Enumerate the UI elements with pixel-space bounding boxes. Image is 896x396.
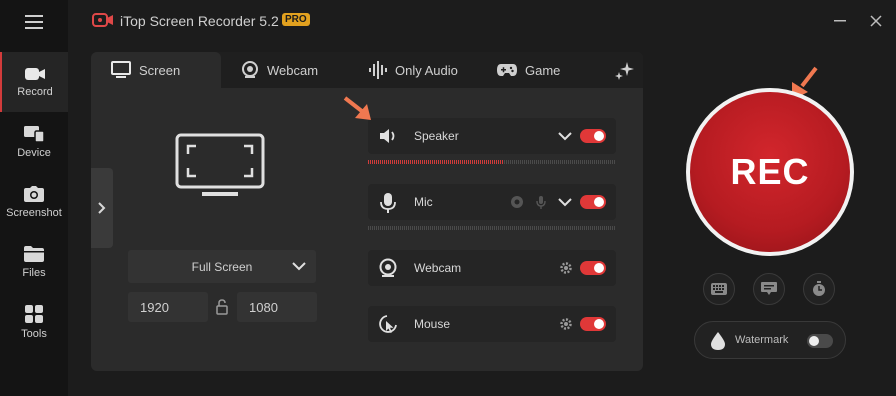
mic-row[interactable]: Mic: [368, 184, 616, 220]
minimize-icon: [834, 20, 846, 22]
annotation-arrow-icon: [343, 96, 371, 120]
screen-preview-icon: [175, 133, 265, 196]
tab-screen[interactable]: Screen: [91, 52, 221, 88]
sidebar-item-label: Device: [17, 146, 51, 159]
mouse-cursor-icon: [379, 315, 397, 333]
tab-label: Game: [525, 62, 561, 78]
noise-reduction-icon[interactable]: [510, 195, 524, 209]
close-icon: [870, 15, 882, 27]
app-window: Record Device Screenshot Files Tools iTo…: [0, 0, 896, 396]
pro-badge: PRO: [282, 13, 310, 26]
expand-panel-button[interactable]: [91, 168, 113, 248]
app-title: iTop Screen Recorder 5.2: [120, 13, 279, 29]
webcam-icon: [379, 258, 397, 277]
webcam-label: Webcam: [414, 261, 462, 275]
sidebar-item-screenshot[interactable]: Screenshot: [0, 172, 68, 232]
tab-label: Screen: [139, 62, 181, 78]
height-input[interactable]: 1080: [237, 292, 317, 322]
close-button[interactable]: [866, 11, 886, 31]
minimize-button[interactable]: [830, 11, 850, 31]
width-input[interactable]: 1920: [128, 292, 208, 322]
mouse-label: Mouse: [414, 317, 451, 331]
schedule-button[interactable]: [803, 273, 835, 305]
sidebar-item-label: Record: [17, 85, 53, 98]
keyboard-icon: [711, 283, 727, 295]
webcam-icon: [242, 61, 258, 78]
sidebar-item-record[interactable]: Record: [0, 52, 68, 112]
watermark-drop-icon: [711, 332, 725, 350]
gamepad-icon: [497, 64, 517, 76]
sidebar: Record Device Screenshot Files Tools: [0, 0, 68, 396]
mic-boost-icon[interactable]: [534, 195, 548, 209]
audio-wave-icon: [369, 61, 387, 79]
folder-icon: [24, 245, 44, 262]
camera-icon: [24, 185, 44, 202]
monitor-icon: [111, 61, 131, 78]
speaker-level-meter: [368, 160, 616, 164]
title-bar: iTop Screen Recorder 5.2 PRO: [68, 0, 896, 44]
app-logo-icon: [92, 13, 113, 27]
hotkeys-button[interactable]: [703, 273, 735, 305]
mouse-row[interactable]: Mouse: [368, 306, 616, 342]
tab-game[interactable]: Game: [497, 52, 560, 88]
microphone-icon: [380, 193, 396, 213]
device-icon: [24, 125, 44, 142]
presentation-icon: [761, 282, 777, 295]
watermark-control[interactable]: Watermark: [694, 321, 846, 359]
sidebar-item-label: Files: [22, 266, 46, 279]
webcam-row[interactable]: Webcam: [368, 250, 616, 286]
mic-label: Mic: [414, 195, 433, 209]
speaker-label: Speaker: [414, 129, 459, 143]
tab-label: Webcam: [267, 62, 319, 78]
chevron-down-icon[interactable]: [558, 130, 572, 142]
mic-toggle[interactable]: [580, 195, 606, 209]
watermark-label: Watermark: [735, 334, 789, 346]
chevron-down-icon: [292, 262, 306, 271]
capture-mode-dropdown[interactable]: Full Screen: [128, 250, 316, 283]
tab-webcam[interactable]: Webcam: [241, 52, 318, 88]
mic-level-meter: [368, 226, 616, 230]
capture-mode-value: Full Screen: [191, 259, 253, 274]
chevron-down-icon[interactable]: [558, 196, 572, 208]
speaker-level-fill: [368, 160, 505, 164]
tab-only-audio[interactable]: Only Audio: [369, 52, 458, 88]
grid-icon: [25, 304, 43, 323]
sparkle-icon[interactable]: [615, 60, 635, 80]
hamburger-icon: [25, 15, 43, 29]
webcam-toggle[interactable]: [580, 261, 606, 275]
width-value: 1920: [140, 299, 169, 315]
hamburger-menu-button[interactable]: [0, 0, 68, 44]
rec-button[interactable]: REC: [690, 92, 850, 252]
stopwatch-icon: [813, 281, 825, 296]
sidebar-item-label: Tools: [21, 327, 47, 340]
tab-label: Only Audio: [395, 62, 458, 78]
sidebar-item-label: Screenshot: [6, 206, 62, 219]
speaker-row[interactable]: Speaker: [368, 118, 616, 154]
speaker-icon: [380, 129, 395, 143]
video-camera-icon: [25, 67, 45, 80]
sidebar-item-device[interactable]: Device: [0, 112, 68, 172]
gear-icon[interactable]: [560, 318, 572, 330]
chevron-right-icon: [98, 202, 106, 214]
watermark-toggle[interactable]: [807, 334, 833, 348]
mouse-toggle[interactable]: [580, 317, 606, 331]
presentation-button[interactable]: [753, 273, 785, 305]
mode-tabs: Screen Webcam Only Audio Game: [91, 52, 643, 88]
gear-icon[interactable]: [560, 262, 572, 274]
height-value: 1080: [249, 299, 278, 315]
aspect-lock-icon[interactable]: [216, 299, 228, 315]
rec-label: REC: [730, 151, 810, 192]
sidebar-item-tools[interactable]: Tools: [0, 292, 68, 352]
speaker-toggle[interactable]: [580, 129, 606, 143]
sidebar-item-files[interactable]: Files: [0, 232, 68, 292]
